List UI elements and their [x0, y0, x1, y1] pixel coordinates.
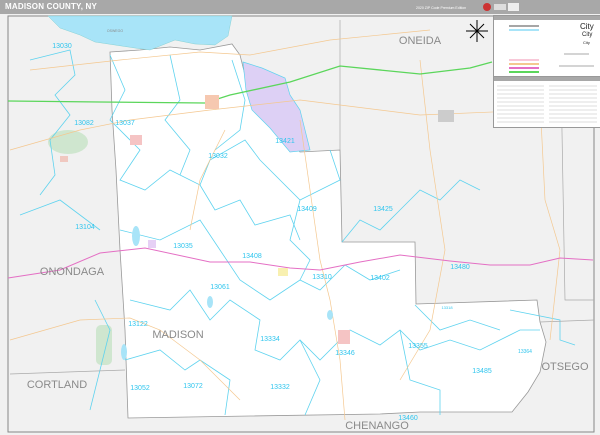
- zip-label: 13409: [297, 206, 317, 213]
- map-legend: City City City: [493, 15, 600, 77]
- zip-label: 13030: [52, 43, 72, 50]
- zip-label: 13082: [74, 120, 94, 127]
- legend-city-small: City: [583, 40, 590, 45]
- zip-label: 13072: [183, 383, 203, 390]
- zip-label: 13332: [270, 384, 290, 391]
- county-label-otsego: OTSEGO: [541, 361, 589, 373]
- title-bar: MADISON COUNTY, NY 2020 ZIP Code Premium…: [0, 0, 600, 14]
- map-title: MADISON COUNTY, NY: [5, 2, 98, 11]
- zip-label: 13355: [408, 343, 428, 350]
- zip-label: 13122: [128, 321, 148, 328]
- zip-label: 13061: [210, 284, 230, 291]
- zip-label: 13460: [398, 415, 418, 422]
- county-label-oswego: OSWEGO: [107, 29, 123, 33]
- zip-label: 13052: [130, 385, 150, 392]
- zip-label: 13485: [472, 368, 492, 375]
- zip-label: 13480: [450, 264, 470, 271]
- county-label-onondaga: ONONDAGA: [40, 266, 105, 278]
- legend-city-medium: City: [582, 32, 593, 38]
- zip-label: 13310: [312, 274, 332, 281]
- publisher-logo: [483, 3, 519, 11]
- zip-label: 13421: [275, 138, 295, 145]
- zip-label: 13035: [173, 243, 193, 250]
- zip-label: 13402: [370, 275, 390, 282]
- zip-label: 13408: [242, 253, 262, 260]
- index-rows: [497, 85, 597, 123]
- edition-label: 2020 ZIP Code Premium Edition: [416, 6, 467, 10]
- zip-label: 13032: [208, 153, 228, 160]
- zip-label: 13334: [260, 336, 280, 343]
- county-label-cortland: CORTLAND: [27, 379, 87, 391]
- legend-city-large: City: [580, 22, 594, 31]
- zip-label: 13425: [373, 206, 393, 213]
- county-label-madison: MADISON: [152, 329, 203, 341]
- zip-label: 13037: [115, 120, 135, 127]
- zip-label: 13104: [75, 224, 95, 231]
- zip-label: 13346: [335, 350, 355, 357]
- zip-label: 13364: [518, 349, 532, 355]
- zip-code-index-table: [493, 76, 600, 128]
- county-label-oneida: ONEIDA: [399, 35, 442, 47]
- zip-label: 13318: [441, 305, 453, 310]
